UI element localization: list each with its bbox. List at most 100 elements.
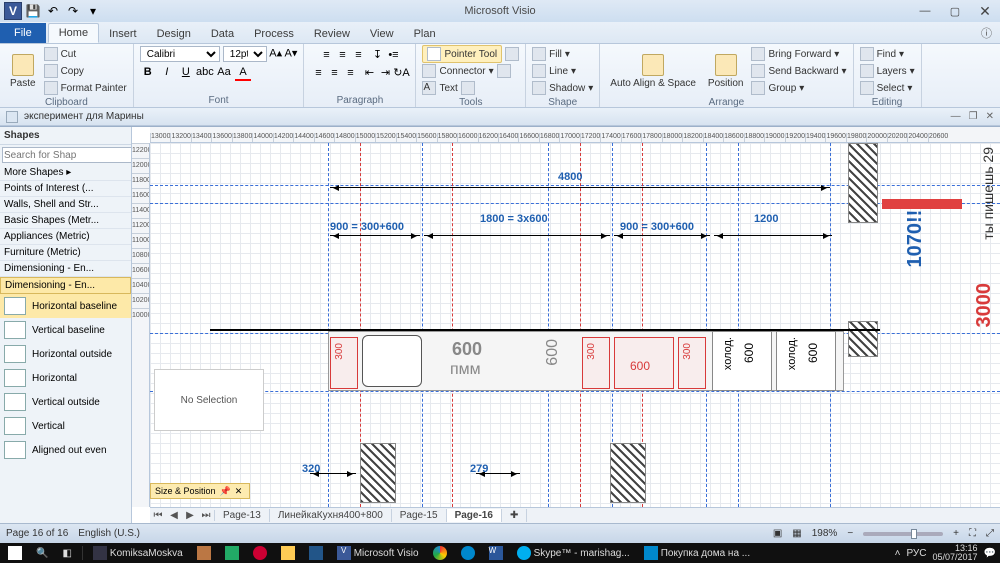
grow-font-icon[interactable]: A▴ <box>269 48 282 60</box>
page-tab-16[interactable]: Page-16 <box>447 509 502 522</box>
minimize-button[interactable]: — <box>910 2 940 20</box>
taskbar-edge-icon[interactable] <box>457 544 479 562</box>
taskbar-pinned-icon[interactable] <box>221 544 243 562</box>
shrink-font-icon[interactable]: A▾ <box>285 48 298 60</box>
tab-file[interactable]: File <box>0 23 46 43</box>
tab-data[interactable]: Data <box>201 25 244 43</box>
doc-minimize-icon[interactable]: — <box>951 111 961 122</box>
taskbar-chrome-icon[interactable] <box>429 544 451 562</box>
tray-notifications-icon[interactable]: 💬 <box>984 548 996 559</box>
page-last-icon[interactable]: ⏭ <box>198 510 214 521</box>
tab-home[interactable]: Home <box>48 23 99 43</box>
zoom-slider[interactable] <box>863 532 943 536</box>
macro-record-icon[interactable]: ▣ <box>773 528 782 539</box>
taskbar-item[interactable]: Skype™ - marishag... <box>513 544 634 562</box>
shadow-button[interactable]: Shadow ▾ <box>532 80 593 96</box>
stencil-v-baseline[interactable]: Vertical baseline <box>0 318 131 342</box>
layers-button[interactable]: Layers ▾ <box>860 63 915 79</box>
stencil-v-outside[interactable]: Vertical outside <box>0 390 131 414</box>
close-button[interactable]: ✕ <box>970 2 1000 20</box>
bold-button[interactable]: B <box>140 64 156 80</box>
cat-walls[interactable]: Walls, Shell and Str... <box>0 197 131 213</box>
bring-forward-button[interactable]: Bring Forward ▾ <box>751 46 846 62</box>
page-prev-icon[interactable]: ◀ <box>166 510 182 521</box>
underline-button[interactable]: U <box>178 64 194 80</box>
bullets-icon[interactable]: •≡ <box>385 47 401 63</box>
cat-furniture[interactable]: Furniture (Metric) <box>0 245 131 261</box>
format-painter-button[interactable]: Format Painter <box>44 80 127 96</box>
cat-dimensioning-2[interactable]: Dimensioning - En... <box>0 277 131 294</box>
align-middle-icon[interactable]: ≡ <box>334 47 350 63</box>
line-button[interactable]: Line ▾ <box>532 63 593 79</box>
maximize-button[interactable]: ▢ <box>940 2 970 20</box>
select-button[interactable]: Select ▾ <box>860 80 915 96</box>
rectangle-tool-icon[interactable] <box>505 47 519 61</box>
font-size-select[interactable]: 12pt <box>223 46 267 62</box>
pin-icon[interactable]: 📌 <box>220 486 231 497</box>
freeform-icon[interactable] <box>497 64 511 78</box>
tab-design[interactable]: Design <box>147 25 201 43</box>
tab-view[interactable]: View <box>360 25 404 43</box>
qat-save-icon[interactable]: 💾 <box>24 2 42 20</box>
orientation-icon[interactable]: ↧ <box>369 46 385 62</box>
send-backward-button[interactable]: Send Backward ▾ <box>751 63 846 79</box>
taskbar-explorer-icon[interactable] <box>277 544 299 562</box>
size-position-tab[interactable]: Size & Position📌✕ <box>150 483 250 499</box>
shapes-search-input[interactable] <box>2 147 132 163</box>
presentation-icon[interactable]: ▦ <box>792 528 801 539</box>
find-button[interactable]: Find ▾ <box>860 46 915 62</box>
position-button[interactable]: Position <box>704 52 748 91</box>
stencil-v[interactable]: Vertical <box>0 414 131 438</box>
tab-review[interactable]: Review <box>304 25 360 43</box>
italic-button[interactable]: I <box>159 64 175 80</box>
group-button[interactable]: Group ▾ <box>751 80 846 96</box>
indent-dec-icon[interactable]: ⇤ <box>361 65 377 81</box>
font-name-select[interactable]: Calibri <box>140 46 220 62</box>
taskbar-opera-icon[interactable] <box>249 544 271 562</box>
text-case-button[interactable]: Aa <box>216 64 232 80</box>
cut-button[interactable]: Cut <box>44 46 127 62</box>
zoom-out-icon[interactable]: − <box>847 528 853 539</box>
search-icon[interactable]: 🔍 <box>32 544 52 562</box>
tab-insert[interactable]: Insert <box>99 25 147 43</box>
indent-inc-icon[interactable]: ⇥ <box>377 65 393 81</box>
qat-redo-icon[interactable]: ↷ <box>64 2 82 20</box>
page-tab-13[interactable]: Page-13 <box>215 509 270 522</box>
page-next-icon[interactable]: ▶ <box>182 510 198 521</box>
page-tab-15[interactable]: Page-15 <box>392 509 447 522</box>
tab-plan[interactable]: Plan <box>404 25 446 43</box>
text-tool-button[interactable]: AText <box>422 80 519 96</box>
task-view-icon[interactable]: ◧ <box>58 544 75 562</box>
align-center-icon[interactable]: ≡ <box>326 65 342 81</box>
cat-appliances[interactable]: Appliances (Metric) <box>0 229 131 245</box>
tab-process[interactable]: Process <box>244 25 304 43</box>
stencil-h-baseline[interactable]: Horizontal baseline <box>0 294 131 318</box>
stencil-aligned[interactable]: Aligned out even <box>0 438 131 462</box>
font-color-button[interactable]: A <box>235 65 251 81</box>
align-right-icon[interactable]: ≡ <box>342 65 358 81</box>
cat-poi[interactable]: Points of Interest (... <box>0 181 131 197</box>
fill-button[interactable]: Fill ▾ <box>532 46 593 62</box>
close-icon[interactable]: ✕ <box>235 486 243 497</box>
taskbar-item[interactable]: KomiksaMoskva <box>89 544 187 562</box>
autoalign-button[interactable]: Auto Align & Space <box>606 52 700 91</box>
align-left-icon[interactable]: ≡ <box>310 65 326 81</box>
fit-page-icon[interactable]: ⛶ <box>969 528 976 539</box>
taskbar-word-icon[interactable]: W <box>485 544 507 562</box>
doc-close-icon[interactable]: ✕ <box>986 111 994 122</box>
taskbar-item[interactable]: Покупка дома на ... <box>640 544 754 562</box>
zoom-in-icon[interactable]: + <box>953 528 959 539</box>
status-lang[interactable]: English (U.S.) <box>78 528 140 539</box>
rotate-text-icon[interactable]: ↻A <box>393 65 409 81</box>
stencil-h-outside[interactable]: Horizontal outside <box>0 342 131 366</box>
drawing-canvas[interactable]: 4800 900 = 300+600 1800 = 3х600 900 = 30… <box>150 143 1000 507</box>
start-button[interactable] <box>4 544 26 562</box>
connector-tool-button[interactable]: Connector▾ <box>422 63 519 79</box>
more-shapes-item[interactable]: More Shapes ▸ <box>0 165 131 181</box>
qat-undo-icon[interactable]: ↶ <box>44 2 62 20</box>
paste-button[interactable]: Paste <box>6 52 40 91</box>
doc-restore-icon[interactable]: ❐ <box>969 111 978 122</box>
tray-lang[interactable]: РУС <box>906 548 926 559</box>
taskbar-item[interactable]: VMicrosoft Visio <box>333 544 423 562</box>
stencil-h[interactable]: Horizontal <box>0 366 131 390</box>
